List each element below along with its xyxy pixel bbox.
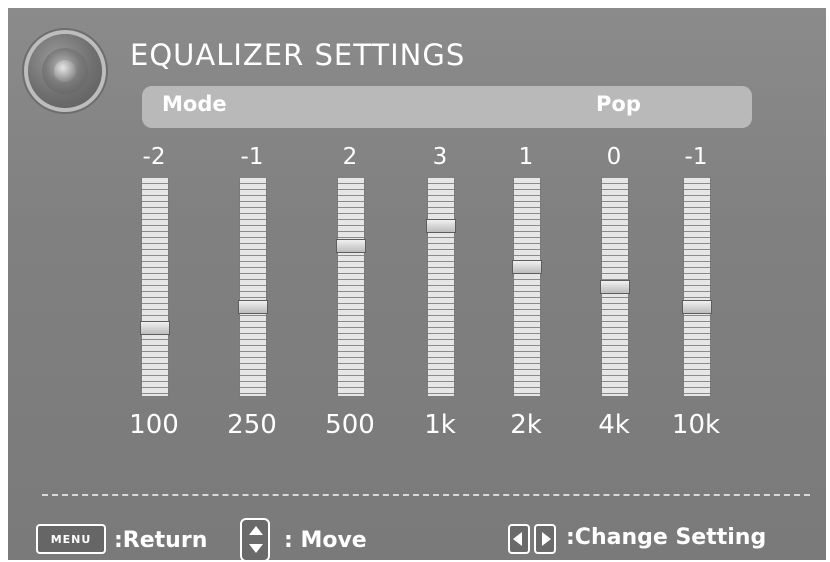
band-frequency: 10k (671, 410, 721, 440)
mode-selector[interactable] (142, 86, 752, 128)
eq-band: 2 500 (310, 144, 390, 464)
band-value: 2 (342, 144, 358, 170)
slider-knob[interactable] (336, 239, 366, 253)
eq-band: -1 10k (656, 144, 736, 464)
band-frequency: 500 (325, 410, 375, 440)
arrow-left-button[interactable] (508, 524, 530, 554)
left-right-arrows-icon[interactable] (508, 524, 560, 554)
arrow-up-icon (249, 526, 263, 535)
band-value: 1 (518, 144, 534, 170)
eq-band: -1 250 (212, 144, 292, 464)
move-hint: : Move (284, 528, 367, 553)
up-down-arrows-icon[interactable] (240, 518, 270, 560)
eq-band: 1 2k (486, 144, 566, 464)
band-frequency: 1k (424, 410, 456, 440)
mode-label: Mode (162, 92, 227, 116)
band-frequency: 250 (227, 410, 277, 440)
equalizer-screen: EQUALIZER SETTINGS Mode Pop -2 100 -1 250 2 5… (8, 8, 826, 560)
band-slider[interactable] (336, 178, 366, 396)
band-slider[interactable] (426, 178, 456, 396)
band-value: -2 (142, 144, 166, 170)
band-value: -1 (684, 144, 708, 170)
speaker-icon (28, 34, 102, 108)
band-frequency: 2k (510, 410, 542, 440)
arrow-left-icon (513, 532, 522, 546)
slider-knob[interactable] (512, 260, 542, 274)
page-title: EQUALIZER SETTINGS (130, 38, 466, 72)
band-slider[interactable] (512, 178, 542, 396)
band-frequency: 100 (129, 410, 179, 440)
band-slider[interactable] (600, 178, 630, 396)
mode-value[interactable]: Pop (596, 92, 641, 116)
arrow-right-button[interactable] (534, 524, 556, 554)
menu-key-icon[interactable]: MENU (36, 524, 106, 554)
slider-knob[interactable] (238, 300, 268, 314)
band-slider[interactable] (682, 178, 712, 396)
eq-band: 3 1k (400, 144, 480, 464)
arrow-down-icon (249, 544, 263, 553)
eq-band: 0 4k (574, 144, 654, 464)
band-slider[interactable] (238, 178, 268, 396)
slider-knob[interactable] (600, 280, 630, 294)
divider (42, 494, 810, 496)
band-value: 0 (606, 144, 622, 170)
eq-band: -2 100 (114, 144, 194, 464)
band-frequency: 4k (598, 410, 630, 440)
band-slider[interactable] (140, 178, 170, 396)
change-setting-hint: :Change Setting (566, 525, 767, 550)
band-value: 3 (432, 144, 448, 170)
band-value: -1 (240, 144, 264, 170)
slider-knob[interactable] (426, 219, 456, 233)
arrow-right-icon (542, 532, 551, 546)
slider-knob[interactable] (140, 321, 170, 335)
return-hint: :Return (114, 528, 208, 553)
slider-knob[interactable] (682, 300, 712, 314)
